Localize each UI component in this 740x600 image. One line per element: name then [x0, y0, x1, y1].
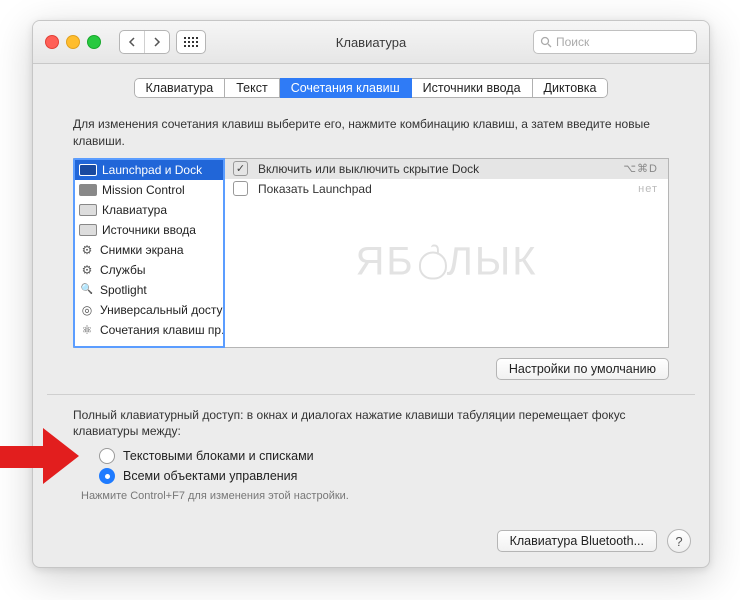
category-keyboard[interactable]: Клавиатура — [75, 200, 223, 220]
category-app-shortcuts[interactable]: Сочетания клавиш пр... — [75, 320, 223, 340]
shortcut-keys[interactable]: ⌥⌘D — [623, 162, 658, 175]
bluetooth-keyboard-button[interactable]: Клавиатура Bluetooth... — [497, 530, 657, 552]
category-launchpad-dock[interactable]: Launchpad и Dock — [75, 160, 223, 180]
shortcut-keys[interactable]: нет — [638, 183, 658, 195]
search-field[interactable]: Поиск — [533, 30, 697, 54]
preferences-window: Клавиатура Поиск Клавиатура Текст Сочета… — [32, 20, 710, 568]
tab-input-sources[interactable]: Источники ввода — [412, 78, 533, 98]
gear-icon — [79, 262, 95, 278]
radio-icon — [99, 468, 115, 484]
category-mission-control[interactable]: Mission Control — [75, 180, 223, 200]
shortcut-checkbox[interactable] — [233, 181, 248, 196]
full-keyboard-access-description: Полный клавиатурный доступ: в окнах и ди… — [73, 407, 669, 441]
fka-hint: Нажмите Control+F7 для изменения этой на… — [81, 490, 669, 502]
content-area: Клавиатура Текст Сочетания клавиш Источн… — [33, 78, 709, 502]
tab-dictation[interactable]: Диктовка — [533, 78, 609, 98]
search-placeholder: Поиск — [556, 35, 589, 49]
separator — [47, 394, 695, 395]
category-services[interactable]: Службы — [75, 260, 223, 280]
tab-text[interactable]: Текст — [225, 78, 279, 98]
keyboard-icon — [79, 224, 97, 236]
shortcut-instructions: Для изменения сочетания клавиш выберите … — [73, 116, 669, 150]
close-window-button[interactable] — [45, 35, 59, 49]
tab-keyboard[interactable]: Клавиатура — [134, 78, 226, 98]
zoom-window-button[interactable] — [87, 35, 101, 49]
tab-shortcuts[interactable]: Сочетания клавиш — [280, 78, 412, 98]
shortcut-row[interactable]: Показать Launchpad нет — [225, 179, 668, 199]
restore-defaults-button[interactable]: Настройки по умолчанию — [496, 358, 669, 380]
shortcut-checkbox[interactable] — [233, 161, 248, 176]
radio-icon — [99, 448, 115, 464]
search-icon — [79, 282, 95, 298]
shortcut-list[interactable]: Включить или выключить скрытие Dock ⌥⌘D … — [225, 159, 668, 347]
category-accessibility[interactable]: Универсальный доступ — [75, 300, 223, 320]
shortcut-row[interactable]: Включить или выключить скрытие Dock ⌥⌘D — [225, 159, 668, 179]
app-shortcuts-icon — [79, 322, 95, 338]
tab-bar: Клавиатура Текст Сочетания клавиш Источн… — [134, 78, 609, 98]
gear-icon — [79, 242, 95, 258]
footer: Клавиатура Bluetooth... ? — [497, 529, 691, 553]
accessibility-icon — [79, 302, 95, 318]
apple-icon — [417, 246, 445, 278]
shortcut-label: Показать Launchpad — [258, 182, 372, 196]
category-spotlight[interactable]: Spotlight — [75, 280, 223, 300]
fka-option-text-lists[interactable]: Текстовыми блоками и списками — [99, 446, 669, 466]
category-input-sources[interactable]: Источники ввода — [75, 220, 223, 240]
category-list[interactable]: Launchpad и Dock Mission Control Клавиат… — [73, 158, 225, 348]
chevron-right-icon — [153, 37, 161, 47]
keyboard-icon — [79, 204, 97, 216]
chevron-left-icon — [128, 37, 136, 47]
category-screenshots[interactable]: Снимки экрана — [75, 240, 223, 260]
nav-back-forward — [119, 30, 170, 54]
forward-button[interactable] — [144, 31, 169, 53]
full-keyboard-access-options: Текстовыми блоками и списками Всеми объе… — [99, 446, 669, 486]
shortcut-label: Включить или выключить скрытие Dock — [258, 162, 479, 176]
help-button[interactable]: ? — [667, 529, 691, 553]
grid-icon — [184, 37, 198, 47]
display-icon — [79, 164, 97, 176]
show-all-button[interactable] — [176, 30, 206, 54]
minimize-window-button[interactable] — [66, 35, 80, 49]
window-controls — [45, 35, 101, 49]
shortcuts-split-view: Launchpad и Dock Mission Control Клавиат… — [73, 158, 669, 348]
back-button[interactable] — [120, 31, 144, 53]
search-icon — [540, 36, 552, 48]
window-title: Клавиатура — [336, 35, 406, 50]
watermark: ЯБ ЛЫК — [355, 239, 537, 284]
display-icon — [79, 184, 97, 196]
fka-option-all-controls[interactable]: Всеми объектами управления — [99, 466, 669, 486]
titlebar: Клавиатура Поиск — [33, 21, 709, 64]
